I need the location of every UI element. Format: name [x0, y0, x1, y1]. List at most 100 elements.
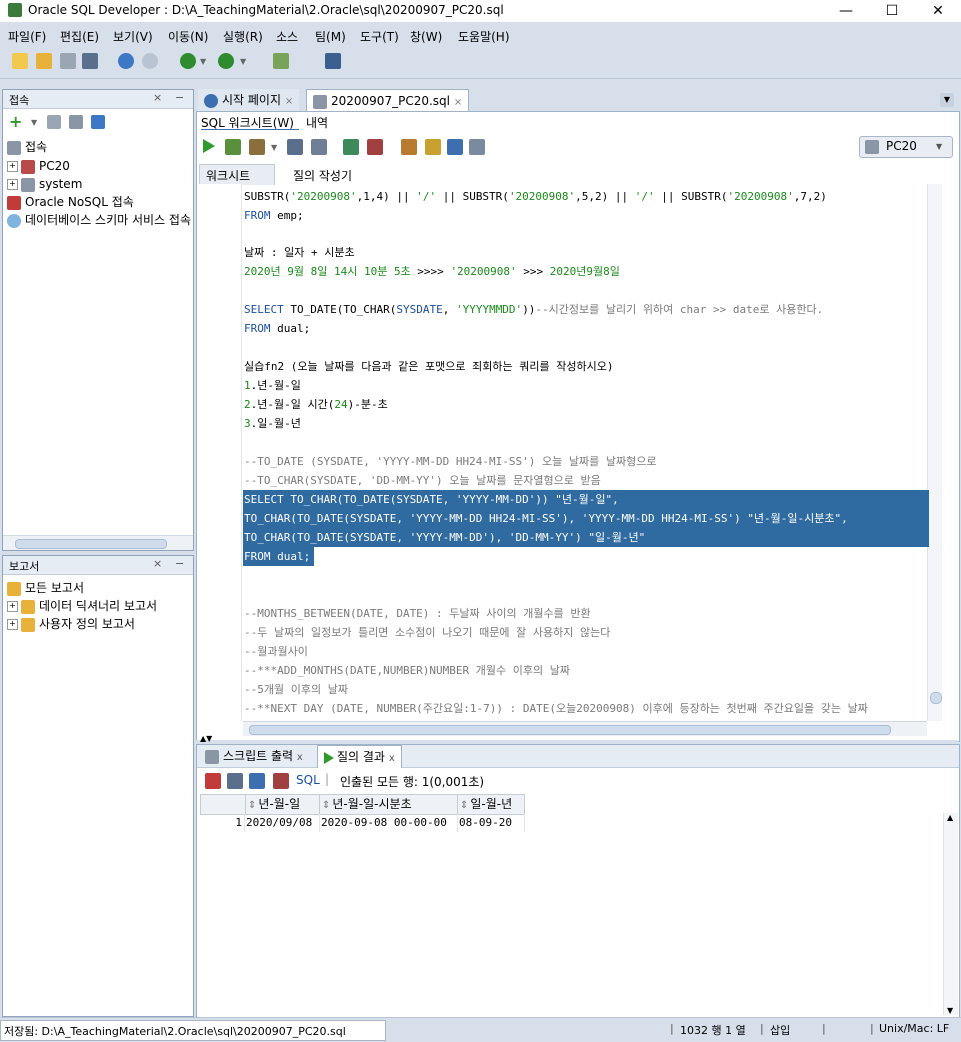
run-statement-icon[interactable] — [203, 139, 215, 153]
minimize-button[interactable]: — — [823, 0, 869, 22]
table-cell[interactable]: 08-09-20 — [458, 814, 525, 832]
explain-plan-icon[interactable] — [287, 139, 303, 155]
main-toolbar: ▼ ▼ — [0, 48, 961, 79]
connections-hscrollbar[interactable] — [3, 535, 193, 550]
editor-hscrollbar[interactable] — [243, 721, 927, 736]
tree-item-pc20[interactable]: + PC20 — [7, 157, 70, 175]
unshared-sql-icon[interactable] — [401, 139, 417, 155]
tab-query-builder[interactable]: 질의 작성기 — [293, 167, 352, 184]
scroll-thumb[interactable] — [15, 539, 167, 549]
autotrace-icon[interactable] — [249, 139, 265, 155]
scroll-thumb[interactable] — [930, 692, 942, 704]
table-cell[interactable]: 2020/09/08 — [245, 814, 320, 832]
save-all-icon[interactable] — [82, 53, 98, 69]
sql-history-icon[interactable] — [447, 139, 463, 155]
pin-icon[interactable] — [205, 773, 221, 789]
tab-close-icon[interactable]: x — [389, 753, 395, 764]
expand-icon[interactable]: + — [7, 179, 18, 190]
expand-icon[interactable]: + — [7, 619, 18, 630]
connection-selector[interactable]: PC20 ▼ — [859, 136, 953, 158]
save-icon[interactable] — [60, 53, 76, 69]
tree-item-nosql[interactable]: Oracle NoSQL 접속 — [7, 193, 134, 211]
tab-close-icon[interactable]: × — [454, 97, 462, 108]
menu-run[interactable]: 실행(R) — [223, 28, 263, 45]
tree-item-all-reports[interactable]: 모든 보고서 — [7, 579, 84, 597]
forward-icon[interactable] — [218, 53, 234, 69]
refresh-icon[interactable] — [249, 773, 265, 789]
tree-root-connections[interactable]: 접속 — [7, 138, 47, 156]
table-cell[interactable]: 2020-09-08 00-00-00 — [320, 814, 458, 832]
open-folder-icon[interactable] — [36, 53, 52, 69]
sql-worksheet-icon[interactable] — [273, 53, 289, 69]
rollback-icon[interactable] — [367, 139, 383, 155]
expand-icon[interactable]: + — [7, 601, 18, 612]
sql-link[interactable]: SQL — [296, 773, 320, 787]
undo-icon[interactable] — [118, 53, 134, 69]
run-script-icon[interactable] — [225, 139, 241, 155]
redo-icon[interactable] — [142, 53, 158, 69]
add-connection-icon[interactable]: + — [9, 114, 25, 130]
tab-sql-file[interactable]: 20200907_PC20.sql × — [306, 89, 470, 112]
tree-item-user-reports[interactable]: + 사용자 정의 보고서 — [7, 615, 135, 633]
tab-close-icon[interactable]: x — [297, 752, 303, 763]
scroll-up-icon[interactable]: ▲ — [947, 813, 953, 822]
tab-worksheet[interactable]: 워크시트 — [199, 164, 275, 185]
tree-item-schema-service[interactable]: 데이터베이스 스키마 서비스 접속 — [7, 211, 191, 229]
format-icon[interactable] — [469, 139, 485, 155]
expand-icon[interactable]: + — [7, 161, 18, 172]
menu-file[interactable]: 파일(F) — [8, 28, 46, 45]
menu-tools[interactable]: 도구(T) — [360, 28, 399, 45]
tab-list-dropdown-icon[interactable]: ▼ — [940, 93, 954, 107]
panel-minimize-icon[interactable]: − — [175, 91, 184, 104]
sort-icon[interactable]: ⇕ — [460, 800, 468, 811]
tab-close-icon[interactable]: × — [285, 96, 293, 107]
code-line: 실습fn2 (오늘 날짜를 다음과 같은 포맷으로 죄회하는 쿼리를 작성하시오… — [244, 360, 614, 373]
database-icon — [21, 177, 35, 192]
tree-item-system[interactable]: + system — [7, 175, 82, 193]
menu-view[interactable]: 보기(V) — [113, 28, 153, 45]
cancel-query-icon[interactable] — [273, 773, 289, 789]
new-file-icon[interactable] — [12, 53, 28, 69]
maximize-button[interactable]: ☐ — [869, 0, 915, 22]
menu-window[interactable]: 창(W) — [410, 28, 442, 45]
clear-icon[interactable] — [425, 139, 441, 155]
menu-team[interactable]: 팀(M) — [315, 28, 346, 45]
menu-bar: 파일(F) 편집(E) 보기(V) 이동(N) 실행(R) 소스 팀(M) 도구… — [0, 22, 961, 48]
menu-edit[interactable]: 편집(E) — [60, 28, 99, 45]
panel-minimize-icon[interactable]: − — [175, 557, 184, 570]
autotrace-dropdown-icon[interactable]: ▼ — [271, 143, 277, 152]
column-header[interactable]: ⇕ 년-월-일-시분초 — [319, 794, 458, 815]
schema-browser-icon[interactable] — [91, 115, 105, 129]
scroll-down-icon[interactable]: ▼ — [947, 1006, 953, 1015]
menu-source[interactable]: 소스 — [276, 28, 298, 45]
panel-close-icon[interactable]: × — [153, 91, 162, 104]
column-header[interactable]: ⇕ 년-월-일 — [245, 794, 320, 815]
filter-icon[interactable] — [69, 115, 83, 129]
menu-help[interactable]: 도움말(H) — [458, 28, 510, 45]
editor-vscrollbar[interactable] — [927, 184, 942, 721]
menu-navigate[interactable]: 이동(N) — [168, 28, 208, 45]
commit-icon[interactable] — [343, 139, 359, 155]
back-icon[interactable] — [180, 53, 196, 69]
tree-item-dictionary-reports[interactable]: + 데이터 딕셔너리 보고서 — [7, 597, 157, 615]
add-dropdown-icon[interactable]: ▼ — [31, 118, 37, 127]
subtab-history[interactable]: 내역 — [306, 114, 328, 131]
tab-start-page[interactable]: 시작 페이지 × — [198, 89, 300, 111]
refresh-icon[interactable] — [47, 115, 61, 129]
column-header[interactable]: ⇕ 일-월-년 — [457, 794, 525, 815]
results-vscrollbar[interactable]: ▲ ▼ — [943, 813, 958, 1015]
back-dropdown-icon[interactable]: ▼ — [200, 57, 206, 66]
panel-close-icon[interactable]: × — [153, 557, 162, 570]
tab-query-result[interactable]: 질의 결과 x — [317, 745, 402, 768]
close-button[interactable]: ✕ — [915, 0, 961, 22]
sort-icon[interactable]: ⇕ — [248, 800, 256, 811]
forward-dropdown-icon[interactable]: ▼ — [240, 57, 246, 66]
sort-icon[interactable]: ⇕ — [322, 800, 330, 811]
collapse-arrows-icon[interactable]: ▲▼ — [200, 734, 212, 743]
binoculars-icon[interactable] — [325, 53, 341, 69]
reports-panel-title: 보고서 — [9, 560, 40, 573]
sql-tuning-icon[interactable] — [311, 139, 327, 155]
tab-script-output[interactable]: 스크립트 출력 x — [199, 745, 309, 767]
scroll-thumb[interactable] — [249, 725, 891, 735]
print-icon[interactable] — [227, 773, 243, 789]
